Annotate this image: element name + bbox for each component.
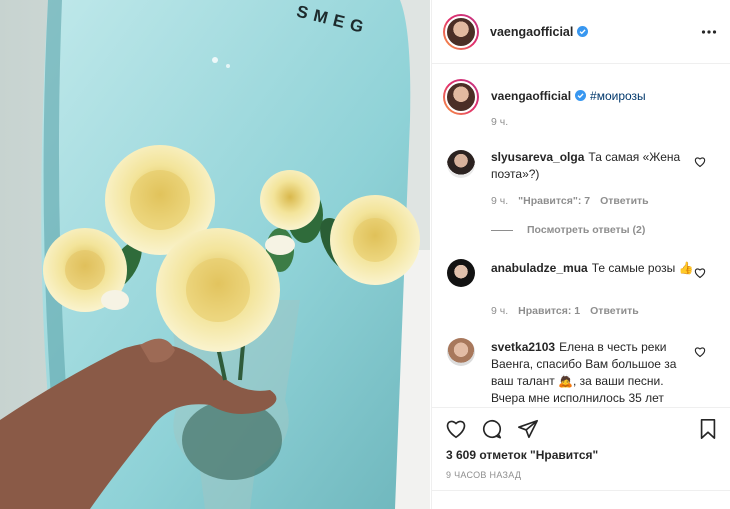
comment-avatar[interactable] <box>447 338 475 366</box>
comment-likes[interactable]: "Нравится": 7 <box>518 195 590 207</box>
author-avatar[interactable] <box>445 15 477 48</box>
view-replies-label[interactable]: Посмотреть ответы (2) <box>527 224 645 236</box>
comment-text: Те самые розы 👍 <box>591 261 694 275</box>
post-header: vaengaofficial <box>432 0 730 64</box>
caption-meta: 9 ч. <box>491 116 518 128</box>
comment-username[interactable]: anabuladze_mua <box>491 261 588 275</box>
view-replies-button[interactable]: Посмотреть ответы (2) <box>491 224 645 236</box>
likes-count[interactable]: 3 609 отметок "Нравится" <box>446 448 598 462</box>
comment-icon[interactable] <box>481 418 503 440</box>
comment-time[interactable]: 9 ч. <box>491 305 508 317</box>
roses-in-vase-image: SMEG <box>0 0 430 509</box>
verified-badge-icon <box>575 90 587 101</box>
more-options-icon[interactable] <box>701 24 717 40</box>
caption-hashtag[interactable]: #моирозы <box>590 89 646 103</box>
comment-username[interactable]: slyusareva_olga <box>491 150 584 164</box>
author-avatar-ring[interactable] <box>443 13 479 50</box>
action-bar <box>432 407 730 447</box>
verified-badge-icon <box>577 25 589 37</box>
comment-body: anabuladze_mua Те самые розы 👍 <box>491 260 696 277</box>
post-date[interactable]: 9 ЧАСОВ НАЗАД <box>446 470 521 480</box>
heart-icon[interactable] <box>445 418 467 440</box>
comment-username[interactable]: svetka2103 <box>491 340 555 354</box>
comment-likes[interactable]: Нравится: 1 <box>518 305 580 317</box>
caption-avatar-wrap <box>443 79 479 115</box>
comment-body: svetka2103 Елена в честь реки Ваенга, спа… <box>491 339 696 407</box>
heart-icon[interactable] <box>694 156 706 168</box>
caption-avatar-ring[interactable] <box>443 79 479 115</box>
caption-avatar[interactable] <box>445 81 477 113</box>
comment-avatar-wrap <box>447 259 475 287</box>
reply-button[interactable]: Ответить <box>590 305 639 317</box>
post-photo[interactable]: SMEG <box>0 0 430 509</box>
author-username[interactable]: vaengaofficial <box>490 25 573 39</box>
replies-divider-line <box>491 229 513 231</box>
share-icon[interactable] <box>517 418 539 440</box>
heart-icon[interactable] <box>694 267 706 279</box>
caption-body: vaengaofficial #моирозы <box>491 88 696 105</box>
comment-meta: 9 ч. "Нравится": 7 Ответить <box>491 195 659 207</box>
comments-list[interactable]: vaengaofficial #моирозы 9 ч. slyusareva_o… <box>432 65 730 407</box>
divider <box>432 490 730 491</box>
comment-meta: 9 ч. Нравится: 1 Ответить <box>491 305 649 317</box>
post-sidebar: vaengaofficial vaengaofficial #моирозы 9 … <box>431 0 730 509</box>
comment-body: slyusareva_olga Та самая «Жена поэта»?) <box>491 149 696 183</box>
comment-avatar[interactable] <box>447 150 475 178</box>
caption-time[interactable]: 9 ч. <box>491 116 508 128</box>
heart-icon[interactable] <box>694 346 706 358</box>
reply-button[interactable]: Ответить <box>600 195 649 207</box>
comment-time[interactable]: 9 ч. <box>491 195 508 207</box>
comment-avatar-wrap <box>447 338 475 366</box>
author-name-wrap: vaengaofficial <box>490 25 589 39</box>
bookmark-icon[interactable] <box>697 418 719 440</box>
comment-avatar-wrap <box>447 150 475 178</box>
caption-username[interactable]: vaengaofficial <box>491 89 571 103</box>
comment-avatar[interactable] <box>447 259 475 287</box>
